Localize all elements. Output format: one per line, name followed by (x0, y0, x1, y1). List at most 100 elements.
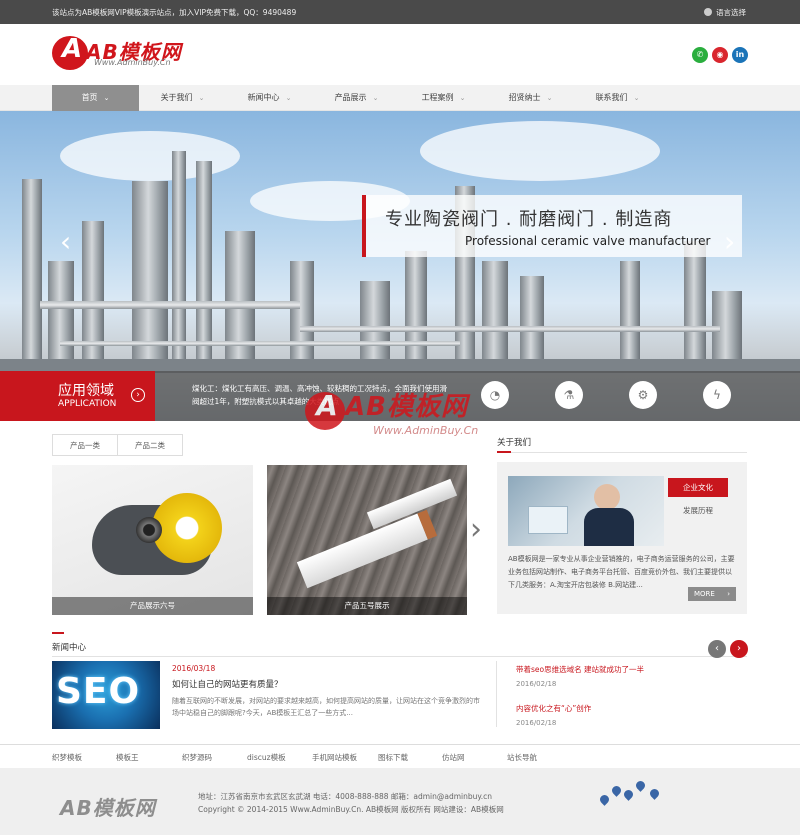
friend-link[interactable]: 仿站网 (442, 752, 465, 763)
banner-prev-arrow[interactable]: ‹ (60, 228, 71, 256)
watermark-url: Www.AdminBuy.Cn (373, 424, 479, 437)
divider (0, 744, 800, 745)
product-caption: 产品展示六号 (52, 597, 253, 615)
friend-link[interactable]: 织梦源码 (182, 752, 212, 763)
slogan-accent (362, 195, 366, 257)
top-bar: 该站点为AB模板网VIP模板演示站点，加入VIP免费下载，QQ：9490489 … (0, 0, 800, 24)
nav-item-products[interactable]: 产品展示 ⌄ (313, 85, 400, 111)
news-headline[interactable]: 如何让自己的网站更有质量？ (172, 678, 283, 690)
refinery-pipe (40, 301, 300, 309)
nav-item-news[interactable]: 新闻中心 ⌄ (226, 85, 313, 111)
nav-item-cases[interactable]: 工程案例 ⌄ (400, 85, 487, 111)
more-button[interactable]: MORE › (688, 587, 736, 601)
news-list-item[interactable]: 带着seo思维选域名 建站就成功了一半 (516, 664, 644, 675)
about-image-person (584, 508, 634, 546)
divider (496, 661, 497, 727)
divider-accent (497, 451, 511, 453)
application-go-icon[interactable]: › (131, 388, 145, 402)
wechat-icon[interactable]: ✆ (692, 47, 708, 63)
linkedin-icon[interactable]: in (732, 47, 748, 63)
refinery-tower (520, 276, 544, 371)
chevron-down-icon: ⌄ (285, 94, 292, 102)
product-image-bar (296, 509, 438, 589)
refinery-tower (405, 251, 427, 371)
application-title: 应用领域 (58, 383, 114, 399)
news-list-date: 2016/02/18 (516, 719, 557, 727)
nav-item-jobs[interactable]: 招贤纳士 ⌄ (487, 85, 574, 111)
refinery-pipe (60, 341, 460, 346)
refinery-tower (82, 221, 104, 371)
nav-item-contact[interactable]: 联系我们 ⌄ (574, 85, 661, 111)
refinery-tower (684, 241, 706, 371)
about-section-title: 关于我们 (497, 438, 532, 448)
application-subtitle: APPLICATION (58, 399, 117, 409)
divider (497, 452, 747, 453)
banner-next-arrow[interactable]: › (724, 228, 735, 256)
slogan-chinese: 专业陶瓷阀门 . 耐磨阀门 . 制造商 (385, 209, 673, 230)
tab-product-category-2[interactable]: 产品二类 (117, 434, 183, 456)
friend-link[interactable]: 织梦模板 (52, 752, 82, 763)
nav-item-about[interactable]: 关于我们 ⌄ (139, 85, 226, 111)
language-label: 语言选择 (716, 8, 746, 17)
chevron-down-icon: ⌄ (546, 94, 553, 102)
site-logo[interactable]: A AB模板网 Www.AdminBuy.Cn (52, 34, 192, 72)
banner-cloud (420, 121, 660, 181)
friend-link[interactable]: 站长导航 (507, 752, 537, 763)
friend-link[interactable]: 手机网站模板 (312, 752, 357, 763)
watermark-mark-letter: A (316, 389, 338, 422)
friend-link[interactable]: discuz模板 (247, 752, 286, 763)
product-caption: 产品五号展示 (267, 597, 467, 615)
footer-contact: 地址：江苏省南京市玄武区玄武湖 电话：4008-888-888 邮箱：admin… (198, 792, 493, 801)
divider (52, 656, 747, 657)
chevron-down-icon: ⌄ (372, 94, 379, 102)
news-prev-button[interactable]: ‹ (708, 640, 726, 658)
product-card[interactable]: 产品五号展示 (267, 465, 467, 615)
product-image-wheel (136, 517, 162, 543)
tab-corporate-culture[interactable]: 企业文化 (668, 478, 728, 497)
product-card[interactable]: 产品展示六号 (52, 465, 253, 615)
nav-item-home[interactable]: 首页 ⌄ (52, 85, 139, 111)
slogan-english: Professional ceramic valve manufacturer (465, 234, 711, 248)
chevron-down-icon: ⌄ (459, 94, 466, 102)
lightning-icon[interactable]: ϟ (703, 381, 731, 409)
news-list-item[interactable]: 内容优化之有“心”创作 (516, 703, 591, 714)
footer-copyright: Copyright © 2014-2015 Www.AdminBuy.Cn. A… (198, 805, 504, 814)
news-list-date: 2016/02/18 (516, 680, 557, 688)
news-summary: 随着互联网的不断发展，对网站的要求越来越高，如何提高网站的质量，让网站在这个竞争… (172, 697, 480, 717)
chevron-down-icon: ⌄ (103, 94, 110, 102)
gear-icon[interactable]: ⚙ (629, 381, 657, 409)
news-next-button[interactable]: › (730, 640, 748, 658)
refinery-tower (48, 261, 74, 371)
news-image[interactable]: SEO (52, 661, 160, 729)
logo-mark-letter: A (61, 34, 83, 64)
weibo-icon[interactable]: ◉ (712, 47, 728, 63)
tab-product-category-1[interactable]: 产品一类 (52, 434, 118, 456)
globe-icon (704, 8, 712, 16)
product-image-tape (152, 493, 222, 563)
refinery-tower (22, 179, 42, 371)
top-bar-message: 该站点为AB模板网VIP模板演示站点，加入VIP免费下载，QQ：9490489 (52, 8, 297, 17)
chevron-down-icon: ⌄ (633, 94, 640, 102)
flask-icon[interactable]: ⚗ (555, 381, 583, 409)
friend-link[interactable]: 模板王 (116, 752, 139, 763)
news-section-title: 新闻中心 (52, 643, 87, 653)
divider-accent (52, 632, 64, 634)
banner-cloud (60, 131, 240, 181)
refinery-tower (196, 161, 212, 371)
products-next-arrow[interactable]: › (470, 512, 482, 547)
chevron-down-icon: ⌄ (198, 94, 205, 102)
news-date: 2016/03/18 (172, 664, 216, 673)
watermark-text: AB模板网 (345, 392, 468, 422)
about-image-person (594, 484, 620, 510)
about-image (508, 476, 664, 546)
logo-url: Www.AdminBuy.Cn (94, 58, 171, 67)
news-image-text: SEO (56, 671, 141, 712)
friend-link[interactable]: 图标下载 (378, 752, 408, 763)
main-nav: 首页 ⌄ 关于我们 ⌄ 新闻中心 ⌄ 产品展示 ⌄ 工程案例 ⌄ 招贤纳士 ⌄ 联系我们 ⌄ (0, 85, 800, 111)
language-selector[interactable]: 语言选择 (704, 7, 746, 18)
tab-history[interactable]: 发展历程 (668, 501, 728, 520)
refinery-tower (172, 151, 186, 371)
footer-logo: AB模板网 (60, 796, 156, 820)
watermark-logo: A AB模板网 Www.AdminBuy.Cn (305, 386, 515, 446)
chevron-right-icon: › (727, 590, 730, 598)
